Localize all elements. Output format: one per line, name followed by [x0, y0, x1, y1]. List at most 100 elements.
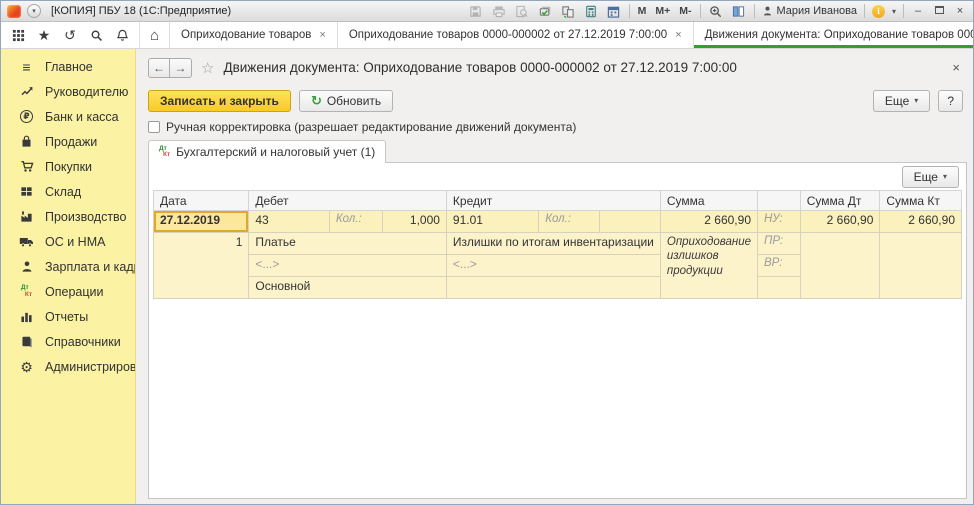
cell-debit-analytics-1[interactable]: Платье [249, 233, 447, 255]
sidebar-item-reports[interactable]: Отчеты [1, 304, 135, 329]
cell-credit-analytics-1[interactable]: Излишки по итогам инвентаризации [446, 233, 660, 255]
cell-vr-label[interactable]: ВР: [758, 255, 801, 277]
cell-date[interactable]: 27.12.2019 [154, 211, 249, 233]
cell-line-number[interactable]: 1 [154, 233, 249, 299]
more-label: Еще [885, 94, 909, 108]
sidebar-item-directories[interactable]: Справочники [1, 329, 135, 354]
sidebar-item-bank-cash[interactable]: ₽ Банк и касса [1, 104, 135, 129]
close-tab-icon[interactable]: × [675, 29, 681, 41]
window-title: [КОПИЯ] ПБУ 18 (1С:Предприятие) [51, 5, 231, 17]
current-user-button[interactable]: Мария Иванова [762, 5, 857, 17]
cell-pr-label[interactable]: ПР: [758, 233, 801, 255]
col-header-debit[interactable]: Дебет [249, 191, 447, 211]
tab-label: Оприходование товаров [181, 29, 311, 41]
sidebar-item-label: ОС и НМА [45, 235, 105, 249]
manual-adjustment-checkbox[interactable] [148, 121, 160, 133]
sidebar-item-label: Главное [45, 60, 93, 74]
save-and-close-button[interactable]: Записать и закрыть [148, 90, 291, 112]
more-label: Еще [914, 170, 938, 184]
sidebar-item-fixed-assets[interactable]: ОС и НМА [1, 229, 135, 254]
sidebar-item-operations[interactable]: ДтКт Операции [1, 279, 135, 304]
tab-goods-receipt-list[interactable]: Оприходование товаров × [169, 22, 337, 48]
service-menu-caret-icon[interactable]: ▾ [892, 7, 896, 16]
memory-subtract-button[interactable]: M- [678, 5, 692, 17]
col-header-tax-labels[interactable] [758, 191, 801, 211]
cell-sum[interactable]: 2 660,90 [660, 211, 757, 233]
home-icon[interactable]: ⌂ [139, 22, 169, 48]
sidebar-item-main[interactable]: ≡ Главное [1, 54, 135, 79]
cell-nu-label[interactable]: НУ: [758, 211, 801, 233]
memory-add-button[interactable]: M+ [654, 5, 671, 17]
cell-sum-dt[interactable]: 2 660,90 [800, 211, 880, 233]
related-documents-icon[interactable] [560, 4, 576, 19]
sidebar-item-label: Производство [45, 210, 127, 224]
add-favorite-star-icon[interactable]: ☆ [201, 59, 214, 77]
minimize-button[interactable]: – [911, 5, 925, 17]
help-button[interactable]: ? [938, 90, 963, 112]
search-icon[interactable] [83, 22, 109, 48]
cell-sum-kt[interactable]: 2 660,90 [880, 211, 962, 233]
refresh-button[interactable]: ↻ Обновить [299, 90, 393, 112]
sidebar-item-payroll-hr[interactable]: Зарплата и кадры [1, 254, 135, 279]
col-header-sum-kt[interactable]: Сумма Кт [880, 191, 962, 211]
more-button[interactable]: Еще ▾ [873, 90, 930, 112]
sidebar-item-sales[interactable]: Продажи [1, 129, 135, 154]
close-tab-icon[interactable]: × [319, 29, 325, 41]
sidebar-item-warehouse[interactable]: Склад [1, 179, 135, 204]
cell-credit-account[interactable]: 91.01 [446, 211, 538, 233]
sidebar-item-production[interactable]: Производство [1, 204, 135, 229]
col-header-sum-dt[interactable]: Сумма Дт [800, 191, 880, 211]
close-window-button[interactable]: × [953, 5, 967, 17]
gear-icon: ⚙ [18, 359, 35, 375]
main-content: ← → ☆ Движения документа: Оприходование … [136, 49, 973, 504]
sidebar-item-administration[interactable]: ⚙ Администрирование [1, 354, 135, 379]
memory-recall-button[interactable]: M [637, 5, 648, 17]
cell-credit-qty-label[interactable]: Кол.: [539, 211, 600, 233]
col-header-credit[interactable]: Кредит [446, 191, 660, 211]
sections-sidebar: ≡ Главное Руководителю ₽ Банк и касса Пр… [1, 49, 136, 504]
favorites-icon[interactable]: ★ [31, 22, 57, 48]
trend-chart-icon [18, 84, 35, 100]
cell-credit-analytics-3[interactable] [446, 277, 660, 299]
tab-accounting-register[interactable]: ДтКт Бухгалтерский и налоговый учет (1) [148, 140, 386, 163]
cell-sum-kt-empty[interactable] [880, 233, 962, 299]
zoom-icon[interactable] [708, 4, 724, 19]
tab-document-movements[interactable]: Движения документа: Оприходование товаро… [693, 22, 974, 48]
manual-adjustment-label: Ручная корректировка (разрешает редактир… [166, 120, 576, 134]
sections-menu-icon[interactable] [5, 22, 31, 48]
cell-sum-dt-empty[interactable] [800, 233, 880, 299]
cell-posting-comment[interactable]: Оприходование излишков продукции [660, 233, 757, 299]
cell-debit-account[interactable]: 43 [249, 211, 330, 233]
save-icon[interactable] [468, 4, 484, 19]
cell-debit-analytics-2[interactable]: <...> [249, 255, 447, 277]
cell-debit-qty-label[interactable]: Кол.: [329, 211, 383, 233]
cell-tax-label-empty[interactable] [758, 277, 801, 299]
print-icon[interactable] [491, 4, 507, 19]
post-document-icon[interactable] [537, 4, 553, 19]
cell-credit-analytics-2[interactable]: <...> [446, 255, 660, 277]
sidebar-item-purchases[interactable]: Покупки [1, 154, 135, 179]
notifications-bell-icon[interactable] [109, 22, 135, 48]
calendar-icon[interactable] [606, 4, 622, 19]
split-columns-icon[interactable] [731, 4, 747, 19]
main-menu-caret-icon[interactable]: ▾ [27, 4, 41, 18]
calculator-icon[interactable] [583, 4, 599, 19]
posting-main-row: 27.12.2019 43 Кол.: 1,000 91.01 Кол.: 2 … [154, 211, 962, 233]
col-header-sum[interactable]: Сумма [660, 191, 757, 211]
tab-goods-receipt-document[interactable]: Оприходование товаров 0000-000002 от 27.… [337, 22, 693, 48]
sidebar-item-manager[interactable]: Руководителю [1, 79, 135, 104]
cell-debit-qty[interactable]: 1,000 [383, 211, 446, 233]
cell-debit-analytics-3[interactable]: Основной [249, 277, 447, 299]
back-button[interactable]: ← [148, 58, 170, 78]
app-window: ▾ [КОПИЯ] ПБУ 18 (1С:Предприятие) M M+ M… [0, 0, 974, 505]
forward-button[interactable]: → [170, 58, 192, 78]
col-header-date[interactable]: Дата [154, 191, 249, 211]
restore-button[interactable] [932, 5, 946, 17]
history-icon[interactable]: ↺ [57, 22, 83, 48]
print-preview-icon[interactable] [514, 4, 530, 19]
info-icon[interactable]: i [872, 5, 885, 18]
cell-credit-qty[interactable] [600, 211, 661, 233]
chevron-down-icon: ▾ [914, 96, 918, 105]
close-form-button[interactable]: × [949, 60, 963, 75]
panel-more-button[interactable]: Еще ▾ [902, 166, 959, 188]
